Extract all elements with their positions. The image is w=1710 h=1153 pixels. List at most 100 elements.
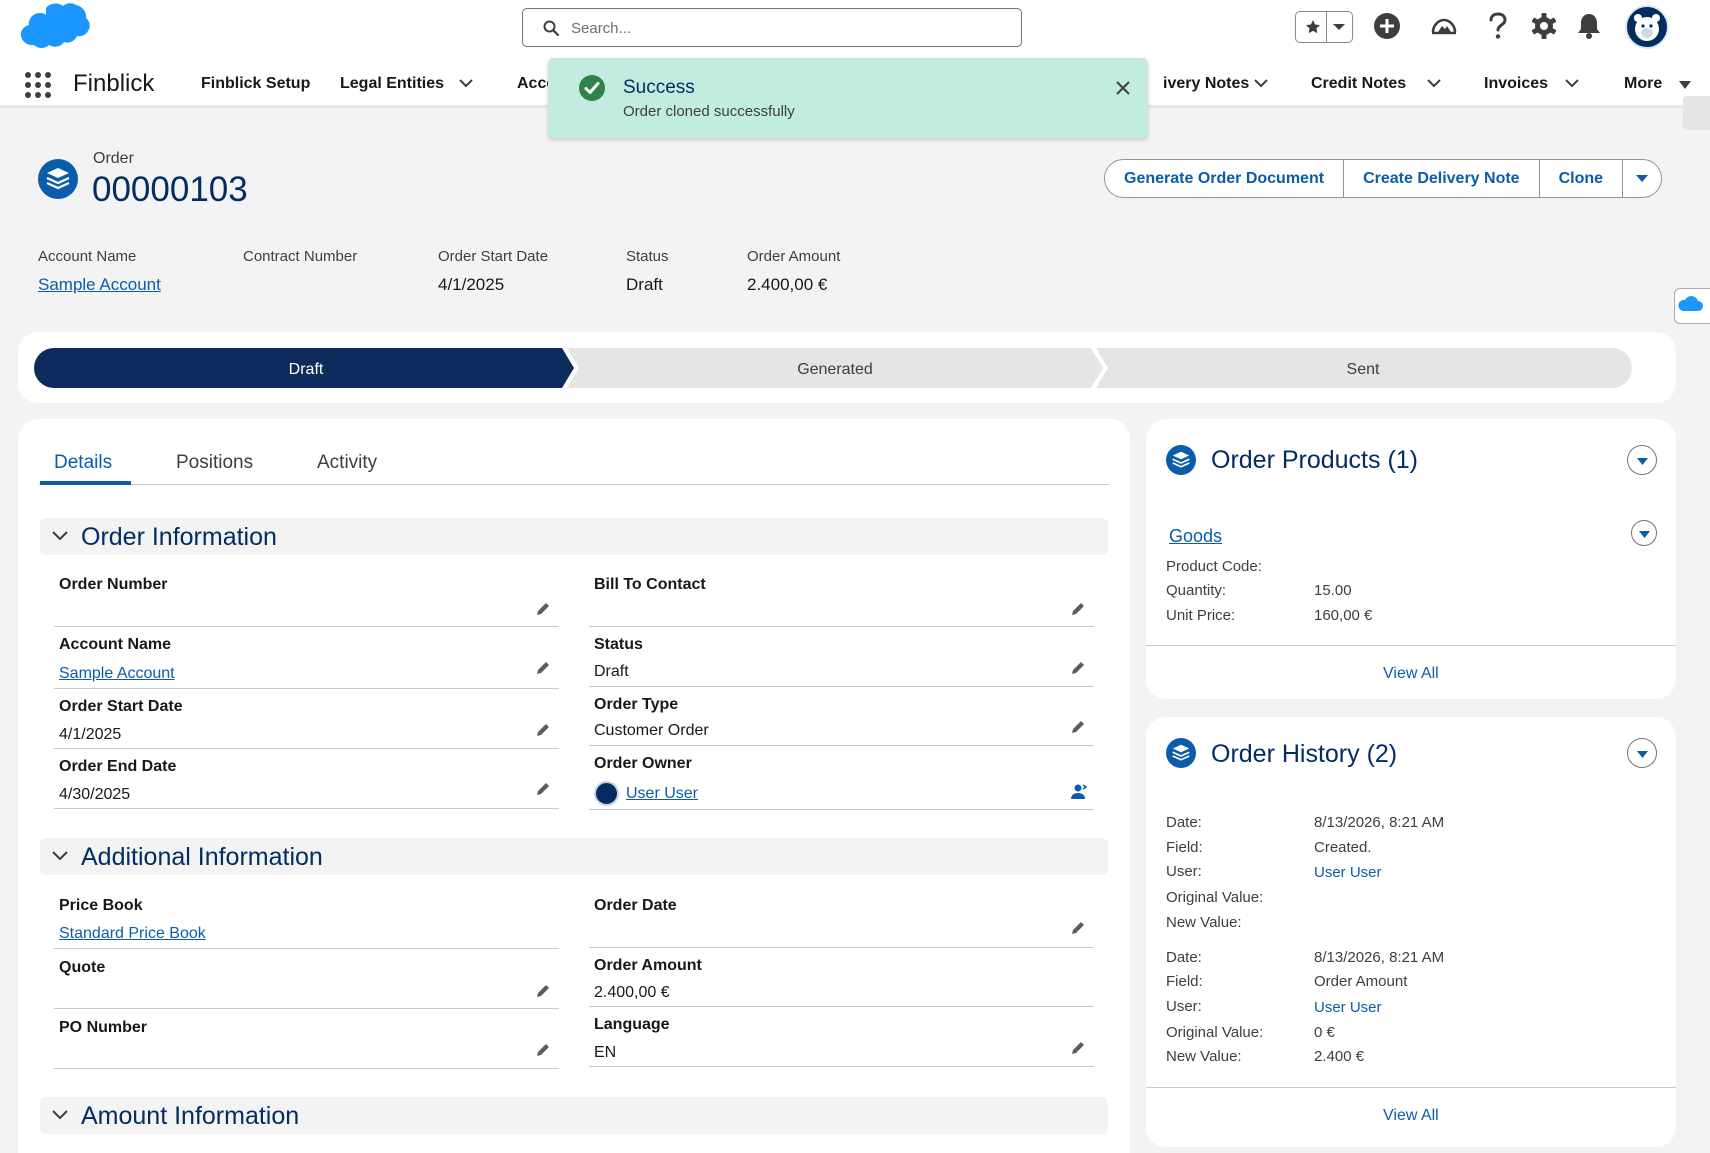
edit-pencil-icon[interactable] — [535, 1042, 551, 1058]
field-label: PO Number — [59, 1019, 148, 1036]
status-path: Draft Generated Sent — [34, 348, 1632, 388]
chevron-down-icon[interactable] — [1427, 78, 1441, 88]
field-label: Language — [594, 1016, 670, 1033]
history-user-link[interactable]: User User — [1314, 999, 1382, 1016]
app-launcher-icon[interactable] — [24, 71, 52, 99]
section-order-information[interactable]: Order Information — [40, 518, 1108, 555]
tab-activity[interactable]: Activity — [317, 452, 377, 474]
history-original-value-label: Original Value: — [1166, 1024, 1264, 1041]
order-object-icon — [38, 159, 78, 199]
field-label: Bill To Contact — [594, 576, 706, 593]
highlight-label: Order Amount — [747, 248, 841, 265]
setup-gear-icon[interactable] — [1530, 12, 1558, 40]
avatar[interactable] — [1625, 5, 1669, 49]
order-history-view-all-link[interactable]: View All — [1383, 1107, 1439, 1125]
field-label: Order Amount — [594, 957, 702, 974]
order-products-view-all-link[interactable]: View All — [1383, 665, 1439, 683]
cloud-utility-icon[interactable] — [1674, 288, 1710, 324]
quantity-value: 15.00 — [1314, 582, 1352, 599]
field-value: 4/1/2025 — [59, 726, 122, 743]
close-icon[interactable] — [1116, 81, 1130, 95]
edit-pencil-icon[interactable] — [1070, 1040, 1086, 1056]
tab-details[interactable]: Details — [54, 452, 112, 474]
record-object-type: Order — [93, 150, 134, 167]
help-icon[interactable] — [1486, 12, 1510, 40]
chevron-down-icon[interactable] — [459, 78, 473, 88]
chevron-down-icon[interactable] — [1254, 78, 1268, 88]
history-new-value: 2.400 € — [1314, 1048, 1365, 1065]
search-placeholder: Search... — [571, 20, 632, 37]
edit-pencil-icon[interactable] — [1070, 719, 1086, 735]
price-book-link[interactable]: Standard Price Book — [59, 925, 206, 943]
highlight-status: Status Draft — [626, 248, 669, 295]
order-owner-link[interactable]: User User — [626, 785, 698, 803]
edit-pencil-icon[interactable] — [535, 781, 551, 797]
notifications-bell-icon[interactable] — [1576, 12, 1602, 40]
path-stage-label: Generated — [797, 361, 873, 378]
generate-order-document-button[interactable]: Generate Order Document — [1105, 160, 1345, 197]
field-price-book: Price Book Standard Price Book — [54, 897, 559, 949]
nav-item-credit-notes[interactable]: Credit Notes — [1311, 75, 1406, 93]
clone-button[interactable]: Clone — [1540, 160, 1624, 197]
section-additional-information[interactable]: Additional Information — [40, 838, 1108, 875]
edit-pencil-icon[interactable] — [1070, 660, 1086, 676]
path-stage-label: Sent — [1347, 361, 1380, 378]
field-value: 2.400,00 € — [594, 984, 670, 1001]
unit-price-label: Unit Price: — [1166, 607, 1236, 624]
path-stage-sent[interactable]: Sent — [1096, 348, 1632, 388]
edit-pencil-icon[interactable] — [535, 601, 551, 617]
highlight-order-start-date: Order Start Date 4/1/2025 — [438, 248, 548, 295]
nav-item-legal-entities[interactable]: Legal Entities — [340, 75, 444, 93]
chevron-down-icon[interactable] — [1565, 78, 1579, 88]
field-label: Order Type — [594, 696, 679, 713]
field-label: Status — [594, 636, 643, 653]
edit-pencil-icon[interactable] — [1070, 920, 1086, 936]
trailhead-icon[interactable] — [1430, 12, 1458, 40]
account-name-link[interactable]: Sample Account — [38, 275, 161, 295]
nav-item-delivery-notes[interactable]: ivery Notes — [1163, 75, 1249, 93]
product-name-link[interactable]: Goods — [1169, 526, 1222, 547]
order-products-icon — [1166, 445, 1196, 475]
add-icon[interactable] — [1373, 12, 1401, 40]
highlight-order-amount: Order Amount 2.400,00 € — [747, 248, 840, 295]
change-owner-icon[interactable] — [1069, 782, 1087, 800]
record-action-buttons: Generate Order Document Create Delivery … — [1104, 159, 1663, 198]
path-stage-draft[interactable]: Draft — [34, 348, 574, 388]
tab-positions[interactable]: Positions — [176, 452, 253, 474]
order-products-menu-button[interactable] — [1627, 445, 1657, 475]
salesforce-logo[interactable] — [14, 2, 92, 52]
order-history-menu-button[interactable] — [1627, 738, 1657, 768]
chevron-down-icon[interactable] — [1332, 23, 1346, 32]
edit-pencil-icon[interactable] — [1070, 601, 1086, 617]
nav-item-more[interactable]: More — [1624, 75, 1662, 93]
path-stage-generated[interactable]: Generated — [567, 348, 1103, 388]
favorites-button[interactable] — [1295, 11, 1353, 43]
history-user-link[interactable]: User User — [1314, 864, 1382, 881]
caret-down-icon[interactable] — [1678, 80, 1692, 90]
section-title: Order Information — [81, 523, 277, 551]
highlight-value: 2.400,00 € — [747, 275, 828, 294]
create-delivery-note-button[interactable]: Create Delivery Note — [1344, 160, 1540, 197]
order-products-title[interactable]: Order Products (1) — [1211, 446, 1418, 475]
nav-item-finblick-setup[interactable]: Finblick Setup — [201, 75, 310, 93]
global-header: Search... — [0, 0, 1710, 56]
account-name-link[interactable]: Sample Account — [59, 665, 175, 683]
history-original-value-label: Original Value: — [1166, 889, 1264, 906]
order-history-title[interactable]: Order History (2) — [1211, 740, 1397, 769]
nav-item-invoices[interactable]: Invoices — [1484, 75, 1548, 93]
history-date-value: 8/13/2026, 8:21 AM — [1314, 949, 1445, 966]
global-search-input[interactable]: Search... — [522, 8, 1022, 47]
history-new-value-label: New Value: — [1166, 914, 1242, 931]
utility-rail-tab[interactable] — [1683, 96, 1710, 130]
product-row-menu-button[interactable] — [1631, 520, 1657, 546]
app-name: Finblick — [73, 70, 155, 97]
highlight-label: Account Name — [38, 248, 137, 265]
edit-pencil-icon[interactable] — [535, 660, 551, 676]
more-actions-button[interactable] — [1623, 160, 1661, 197]
history-field-value: Order Amount — [1314, 973, 1408, 990]
edit-pencil-icon[interactable] — [535, 983, 551, 999]
section-amount-information[interactable]: Amount Information — [40, 1097, 1108, 1134]
edit-pencil-icon[interactable] — [535, 722, 551, 738]
tabs-divider — [39, 484, 1109, 485]
field-label: Order Date — [594, 897, 677, 914]
